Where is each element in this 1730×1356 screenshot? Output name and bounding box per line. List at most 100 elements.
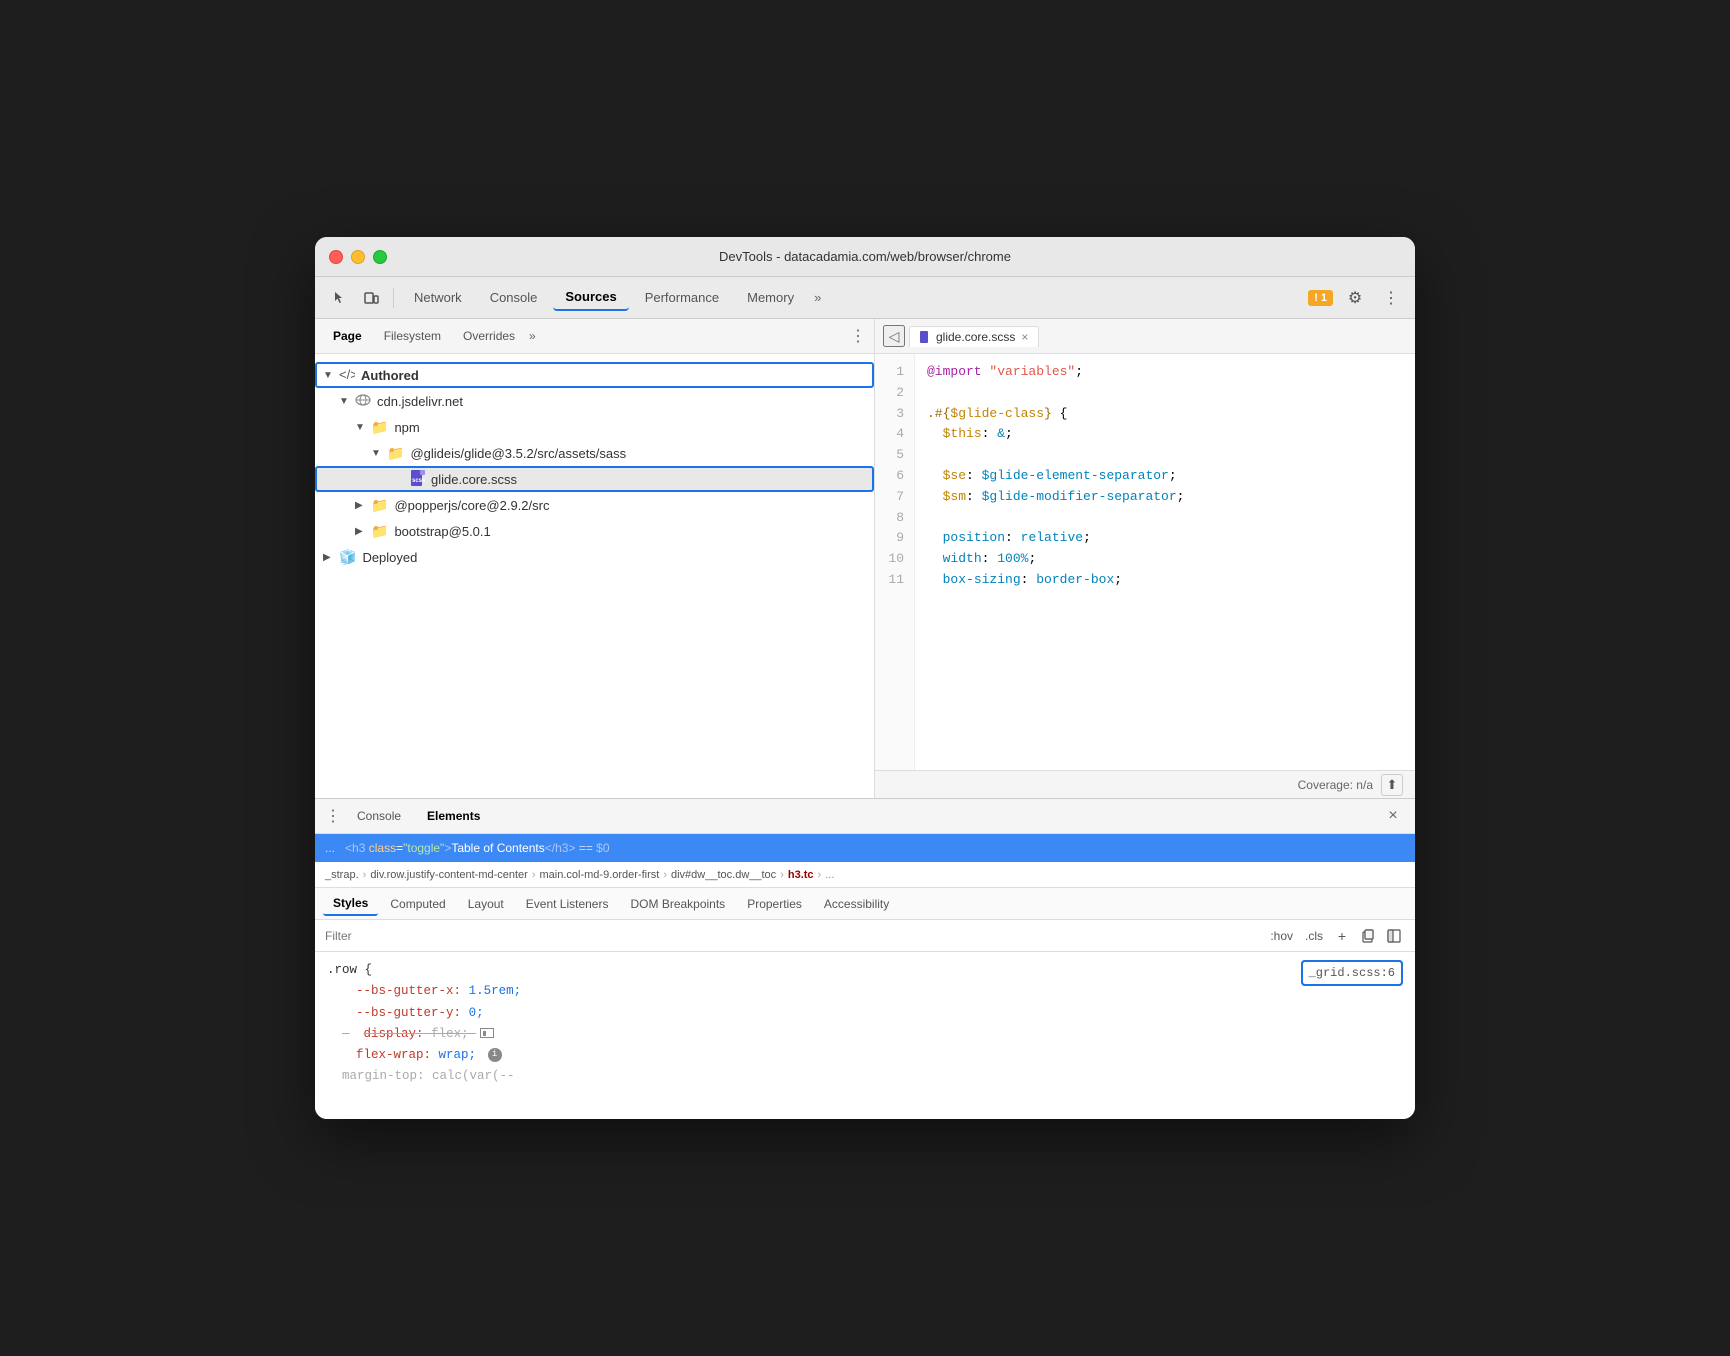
code-content: @import "variables"; .#{$glide-class} { … bbox=[915, 354, 1415, 770]
tab-memory[interactable]: Memory bbox=[735, 285, 806, 310]
arrow-authored: ▼ bbox=[323, 370, 339, 381]
toolbar-right: ! 1 ⚙ ⋮ bbox=[1308, 284, 1405, 312]
sidebar-more-tabs[interactable]: » bbox=[529, 329, 536, 343]
add-style-button[interactable]: + bbox=[1331, 925, 1353, 947]
css-prop-flex-wrap[interactable]: flex-wrap: bbox=[356, 1048, 431, 1062]
css-selector: .row { bbox=[327, 963, 372, 977]
css-prop-gutter-x[interactable]: --bs-gutter-x: bbox=[356, 984, 461, 998]
css-prop-display-strikethrough: display: flex; bbox=[342, 1027, 476, 1041]
css-val-flex-wrap: wrap; bbox=[439, 1048, 477, 1062]
css-source-link[interactable]: _grid.scss:6 bbox=[1301, 960, 1403, 986]
popperjs-folder-icon: 📁 bbox=[371, 497, 388, 514]
more-options-icon[interactable]: ⋮ bbox=[1377, 284, 1405, 312]
bc-sep-5: › bbox=[818, 869, 822, 881]
arrow-deployed: ▶ bbox=[323, 552, 339, 563]
sidebar-tab-page[interactable]: Page bbox=[323, 325, 372, 347]
tree-item-deployed[interactable]: ▶ 🧊 Deployed bbox=[315, 544, 874, 570]
css-prop-display[interactable]: display: bbox=[364, 1027, 424, 1041]
tree-item-npm[interactable]: ▼ 📁 npm bbox=[315, 414, 874, 440]
sidebar-tabs: Page Filesystem Overrides » ⋮ bbox=[315, 319, 874, 354]
selected-element-bar: ... <h3 class="toggle">Table of Contents… bbox=[315, 834, 1415, 862]
tab-properties[interactable]: Properties bbox=[737, 893, 812, 915]
bottom-tab-console[interactable]: Console bbox=[347, 805, 411, 827]
tree-item-cdn[interactable]: ▼ cdn.jsdelivr.net bbox=[315, 388, 874, 414]
settings-icon[interactable]: ⚙ bbox=[1341, 284, 1369, 312]
css-prop-row-2: --bs-gutter-y: 0; bbox=[327, 1003, 1403, 1024]
css-val-gutter-x: 1.5rem; bbox=[469, 984, 522, 998]
tree-item-glide-file[interactable]: scss glide.core.scss bbox=[315, 466, 874, 492]
bc-strap[interactable]: _strap. bbox=[325, 869, 359, 881]
bootstrap-folder-icon: 📁 bbox=[371, 523, 388, 540]
tree-item-bootstrap[interactable]: ▶ 📁 bootstrap@5.0.1 bbox=[315, 518, 874, 544]
bc-more[interactable]: ... bbox=[825, 869, 834, 881]
more-tabs-button[interactable]: » bbox=[814, 290, 821, 305]
tab-network[interactable]: Network bbox=[402, 285, 474, 310]
bottom-menu-icon[interactable]: ⋮ bbox=[325, 806, 341, 826]
selected-element-html: <h3 class="toggle">Table of Contents</h3… bbox=[345, 841, 609, 855]
tree-item-authored[interactable]: ▼ </> Authored bbox=[315, 362, 874, 388]
css-prop-row-1: --bs-gutter-x: 1.5rem; bbox=[327, 981, 1403, 1002]
css-prop-gutter-y[interactable]: --bs-gutter-y: bbox=[356, 1006, 461, 1020]
svg-text:scss: scss bbox=[412, 478, 425, 484]
tab-styles[interactable]: Styles bbox=[323, 892, 378, 916]
editor-tab-glide[interactable]: glide.core.scss × bbox=[909, 326, 1039, 347]
tree-item-glideis[interactable]: ▼ 📁 @glideis/glide@3.5.2/src/assets/sass bbox=[315, 440, 874, 466]
copy-styles-icon[interactable] bbox=[1357, 925, 1379, 947]
element-panel-icon[interactable] bbox=[1383, 925, 1405, 947]
tab-layout[interactable]: Layout bbox=[458, 893, 514, 915]
tab-event-listeners[interactable]: Event Listeners bbox=[516, 893, 619, 915]
info-icon[interactable]: i bbox=[488, 1048, 502, 1062]
glideis-label: @glideis/glide@3.5.2/src/assets/sass bbox=[410, 446, 626, 461]
flex-icon[interactable] bbox=[480, 1028, 494, 1038]
popperjs-label: @popperjs/core@2.9.2/src bbox=[394, 498, 549, 513]
sidebar-tab-filesystem[interactable]: Filesystem bbox=[374, 325, 451, 347]
cursor-icon[interactable] bbox=[325, 284, 353, 312]
arrow-cdn: ▼ bbox=[339, 396, 355, 407]
traffic-lights bbox=[329, 250, 387, 264]
close-button[interactable] bbox=[329, 250, 343, 264]
authored-icon: </> bbox=[339, 367, 355, 384]
tab-console[interactable]: Console bbox=[478, 285, 550, 310]
maximize-button[interactable] bbox=[373, 250, 387, 264]
bc-h3[interactable]: h3.tc bbox=[788, 869, 814, 881]
tab-computed[interactable]: Computed bbox=[380, 893, 455, 915]
top-pane: Page Filesystem Overrides » ⋮ ▼ </> bbox=[315, 319, 1415, 799]
tab-performance[interactable]: Performance bbox=[633, 285, 731, 310]
filter-input[interactable] bbox=[325, 929, 1258, 943]
hov-button[interactable]: :hov bbox=[1266, 927, 1297, 945]
editor-header: ◁ glide.core.scss × bbox=[875, 319, 1415, 354]
bottom-pane: ⋮ Console Elements × ... <h3 class="togg… bbox=[315, 799, 1415, 1119]
tab-accessibility[interactable]: Accessibility bbox=[814, 893, 899, 915]
bc-div-toc[interactable]: div#dw__toc.dw__toc bbox=[671, 869, 776, 881]
editor-tab-close[interactable]: × bbox=[1021, 330, 1028, 344]
cls-button[interactable]: .cls bbox=[1301, 927, 1327, 945]
css-val-gutter-y: 0; bbox=[469, 1006, 484, 1020]
bc-sep-3: › bbox=[663, 869, 667, 881]
glide-file-label: glide.core.scss bbox=[431, 472, 517, 487]
minimize-button[interactable] bbox=[351, 250, 365, 264]
css-rule-row: _grid.scss:6 .row { bbox=[327, 960, 1403, 981]
editor-tab-label: glide.core.scss bbox=[936, 330, 1015, 344]
device-toolbar-icon[interactable] bbox=[357, 284, 385, 312]
bc-sep-1: › bbox=[363, 869, 367, 881]
bottom-tab-elements[interactable]: Elements bbox=[417, 805, 490, 827]
sidebar-tab-overrides[interactable]: Overrides bbox=[453, 325, 525, 347]
window-title: DevTools - datacadamia.com/web/browser/c… bbox=[719, 249, 1011, 264]
editor-pane: ◁ glide.core.scss × 1 2 3 4 bbox=[875, 319, 1415, 798]
devtools-window: DevTools - datacadamia.com/web/browser/c… bbox=[315, 237, 1415, 1119]
bc-main[interactable]: main.col-md-9.order-first bbox=[540, 869, 660, 881]
tab-dom-breakpoints[interactable]: DOM Breakpoints bbox=[620, 893, 735, 915]
editor-back-button[interactable]: ◁ bbox=[883, 325, 905, 347]
sidebar-menu-icon[interactable]: ⋮ bbox=[850, 326, 866, 346]
coverage-expand-button[interactable]: ⬆ bbox=[1381, 774, 1403, 796]
tab-sources[interactable]: Sources bbox=[553, 284, 628, 311]
glideis-folder-icon: 📁 bbox=[387, 445, 404, 462]
css-prop-row-3: display: flex; bbox=[327, 1024, 1403, 1045]
code-editor[interactable]: 1 2 3 4 5 6 7 8 9 10 11 @import "variabl… bbox=[875, 354, 1415, 770]
file-tree: ▼ </> Authored ▼ bbox=[315, 354, 874, 798]
tree-item-popperjs[interactable]: ▶ 📁 @popperjs/core@2.9.2/src bbox=[315, 492, 874, 518]
filter-bar: :hov .cls + bbox=[315, 920, 1415, 952]
bc-div-row[interactable]: div.row.justify-content-md-center bbox=[370, 869, 528, 881]
notification-badge[interactable]: ! 1 bbox=[1308, 290, 1333, 306]
bottom-close-button[interactable]: × bbox=[1381, 804, 1405, 828]
